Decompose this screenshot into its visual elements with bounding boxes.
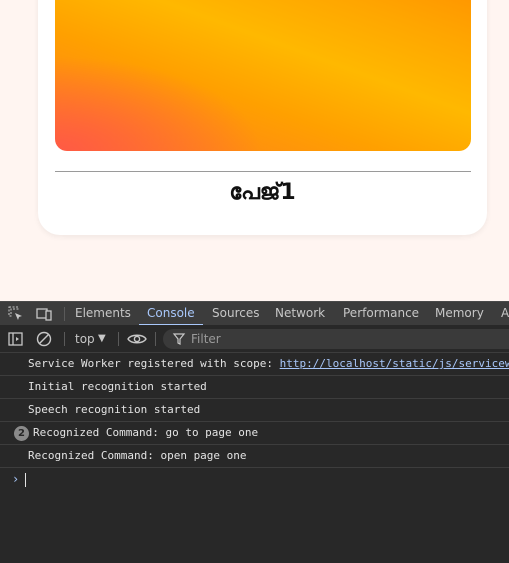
tab-console[interactable]: Console <box>139 302 203 325</box>
console-message: Recognized Command: open page one <box>0 445 509 468</box>
clear-console-icon[interactable] <box>35 330 53 348</box>
filter-icon <box>172 331 186 347</box>
prompt-chevron-icon: › <box>12 472 20 486</box>
scope-link[interactable]: http://localhost/static/js/serviceworker <box>280 357 509 370</box>
text-cursor <box>25 472 27 487</box>
devtools-tabbar: Elements Console Sources Network Perform… <box>0 301 509 325</box>
message-text: Recognized Command: open page one <box>28 449 247 462</box>
message-text: Recognized Command: go to page one <box>33 426 259 439</box>
tab-memory[interactable]: Memory <box>435 302 484 325</box>
page-card: പേജ്1 <box>38 0 487 235</box>
filter-box[interactable]: Filter <box>163 329 509 349</box>
eye-icon[interactable] <box>127 330 147 348</box>
console-toolbar: top ▼ Filter <box>0 325 509 353</box>
tabbar-separator <box>64 307 65 321</box>
message-text: Initial recognition started <box>28 380 207 393</box>
repeat-count-badge: 2 <box>14 426 29 441</box>
context-selector[interactable]: top <box>75 325 95 353</box>
inspect-element-icon[interactable] <box>7 305 25 323</box>
card-divider <box>55 171 471 172</box>
message-text: Service Worker registered with scope: <box>28 357 280 370</box>
tab-network[interactable]: Network <box>275 302 325 325</box>
device-toolbar-icon[interactable] <box>35 305 53 323</box>
message-text: Speech recognition started <box>28 403 201 416</box>
page-viewport: പേജ്1 <box>0 0 509 301</box>
toolbar-separator <box>118 332 119 346</box>
console-message: Initial recognition started <box>0 376 509 399</box>
sidebar-toggle-icon[interactable] <box>7 330 25 348</box>
filter-input[interactable]: Filter <box>191 329 221 349</box>
toolbar-separator <box>64 332 65 346</box>
console-log: Service Worker registered with scope: ht… <box>0 353 509 490</box>
console-message: Service Worker registered with scope: ht… <box>0 353 509 376</box>
console-message: Speech recognition started <box>0 399 509 422</box>
gradient-image <box>55 0 471 151</box>
console-message: 2 Recognized Command: go to page one <box>0 422 509 445</box>
chevron-down-icon[interactable]: ▼ <box>98 325 106 353</box>
tab-elements[interactable]: Elements <box>75 302 131 325</box>
devtools-panel: Elements Console Sources Network Perform… <box>0 301 509 563</box>
card-title: പേജ്1 <box>229 180 296 205</box>
tab-application[interactable]: A <box>501 302 509 325</box>
tab-sources[interactable]: Sources <box>212 302 259 325</box>
console-prompt[interactable]: › <box>0 468 509 490</box>
tab-performance[interactable]: Performance <box>343 302 419 325</box>
toolbar-separator <box>155 332 156 346</box>
